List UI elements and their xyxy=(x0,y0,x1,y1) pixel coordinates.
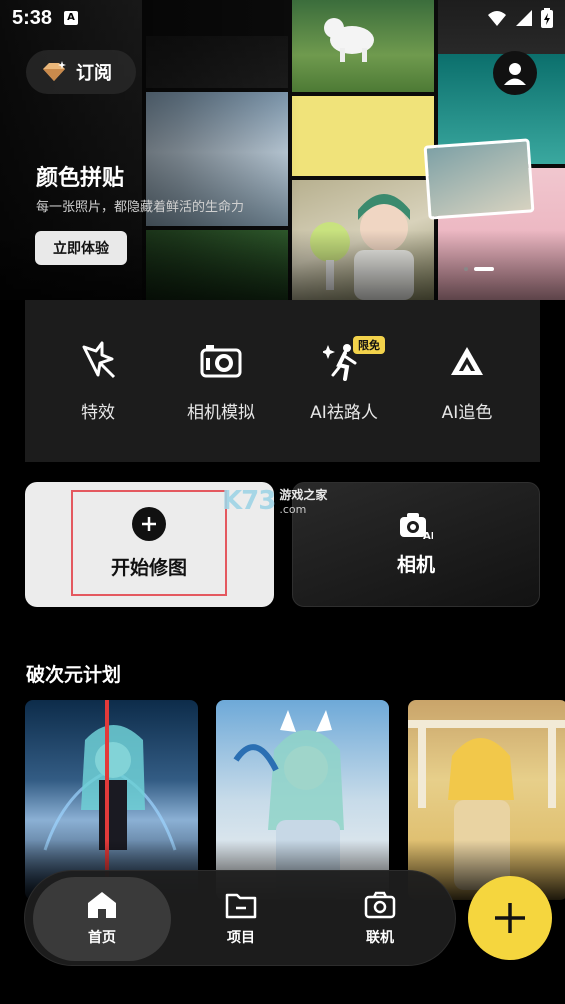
plus-icon xyxy=(495,903,525,933)
status-icons xyxy=(487,8,553,28)
ai-camera-icon: AI xyxy=(400,513,433,540)
nav-label: 联机 xyxy=(366,930,394,946)
tool-camera-simulate[interactable]: 相机模拟 xyxy=(166,300,276,462)
camera-card[interactable]: AI 相机 xyxy=(292,482,540,607)
status-time: 5:38 xyxy=(12,6,53,29)
magic-star-icon xyxy=(77,340,119,382)
page-dot xyxy=(464,267,468,271)
try-now-button[interactable]: 立即体验 xyxy=(35,231,127,265)
tool-label: 相机模拟 xyxy=(187,403,255,423)
subscribe-button[interactable]: 订阅 xyxy=(26,50,136,94)
tool-effects[interactable]: 特效 xyxy=(43,300,153,462)
page-dot-active xyxy=(474,267,494,271)
notification-icon: A xyxy=(64,11,79,25)
profile-avatar-button[interactable] xyxy=(493,51,537,95)
signal-icon xyxy=(516,10,532,26)
subscribe-label: 订阅 xyxy=(76,63,112,84)
banner-page-indicator xyxy=(464,267,494,271)
start-editing-label: 开始修图 xyxy=(110,556,187,579)
nav-label: 首页 xyxy=(88,930,116,946)
tools-panel: 特效 相机模拟 限免 AI祛路人 AI追色 xyxy=(25,300,540,462)
start-editing-highlight[interactable]: 开始修图 xyxy=(71,490,227,596)
floating-photo-card xyxy=(423,138,535,220)
section-title: 破次元计划 xyxy=(26,664,122,686)
ai-color-icon xyxy=(446,340,488,382)
status-bar: 5:38 A xyxy=(0,0,565,36)
banner-collage[interactable]: 5:38 A 订阅 颜色拼贴 每一张照片，都隐藏着鲜活的生命力 立即体验 xyxy=(0,0,565,300)
banner-subtitle: 每一张照片，都隐藏着鲜活的生命力 xyxy=(36,200,245,215)
nav-item-projects[interactable]: 项目 xyxy=(172,877,310,961)
plus-icon xyxy=(132,506,166,541)
home-icon xyxy=(88,892,116,918)
tool-ai-color[interactable]: AI追色 xyxy=(412,300,522,462)
folder-icon xyxy=(225,893,257,919)
nav-label: 项目 xyxy=(227,930,255,946)
user-icon xyxy=(504,63,526,85)
watermark-brand: K73 xyxy=(222,486,276,516)
nav-item-home[interactable]: 首页 xyxy=(33,877,171,961)
diamond-icon xyxy=(43,61,66,81)
bottom-nav: 首页 项目 联机 xyxy=(24,870,456,966)
free-badge: 限免 xyxy=(353,336,385,354)
add-fab-button[interactable] xyxy=(468,876,552,960)
nav-item-connect[interactable]: 联机 xyxy=(311,877,449,961)
banner-title: 颜色拼贴 xyxy=(36,166,125,191)
camera-label: 相机 xyxy=(396,554,435,576)
k73-watermark: K73 游戏之家 .com xyxy=(222,486,327,516)
watermark-domain: .com xyxy=(279,503,307,516)
tool-ai-remove-person[interactable]: 限免 AI祛路人 xyxy=(289,300,399,462)
battery-icon xyxy=(541,8,553,28)
banner-tile-yellow xyxy=(292,96,434,176)
camera-icon xyxy=(364,891,396,919)
tool-label: AI追色 xyxy=(441,403,493,423)
svg-text:AI: AI xyxy=(423,531,433,540)
watermark-name: 游戏之家 xyxy=(279,488,328,502)
tool-label: 特效 xyxy=(81,403,115,423)
camera-simulate-icon xyxy=(200,340,242,382)
wifi-icon xyxy=(488,11,506,26)
tool-label: AI祛路人 xyxy=(310,403,378,423)
